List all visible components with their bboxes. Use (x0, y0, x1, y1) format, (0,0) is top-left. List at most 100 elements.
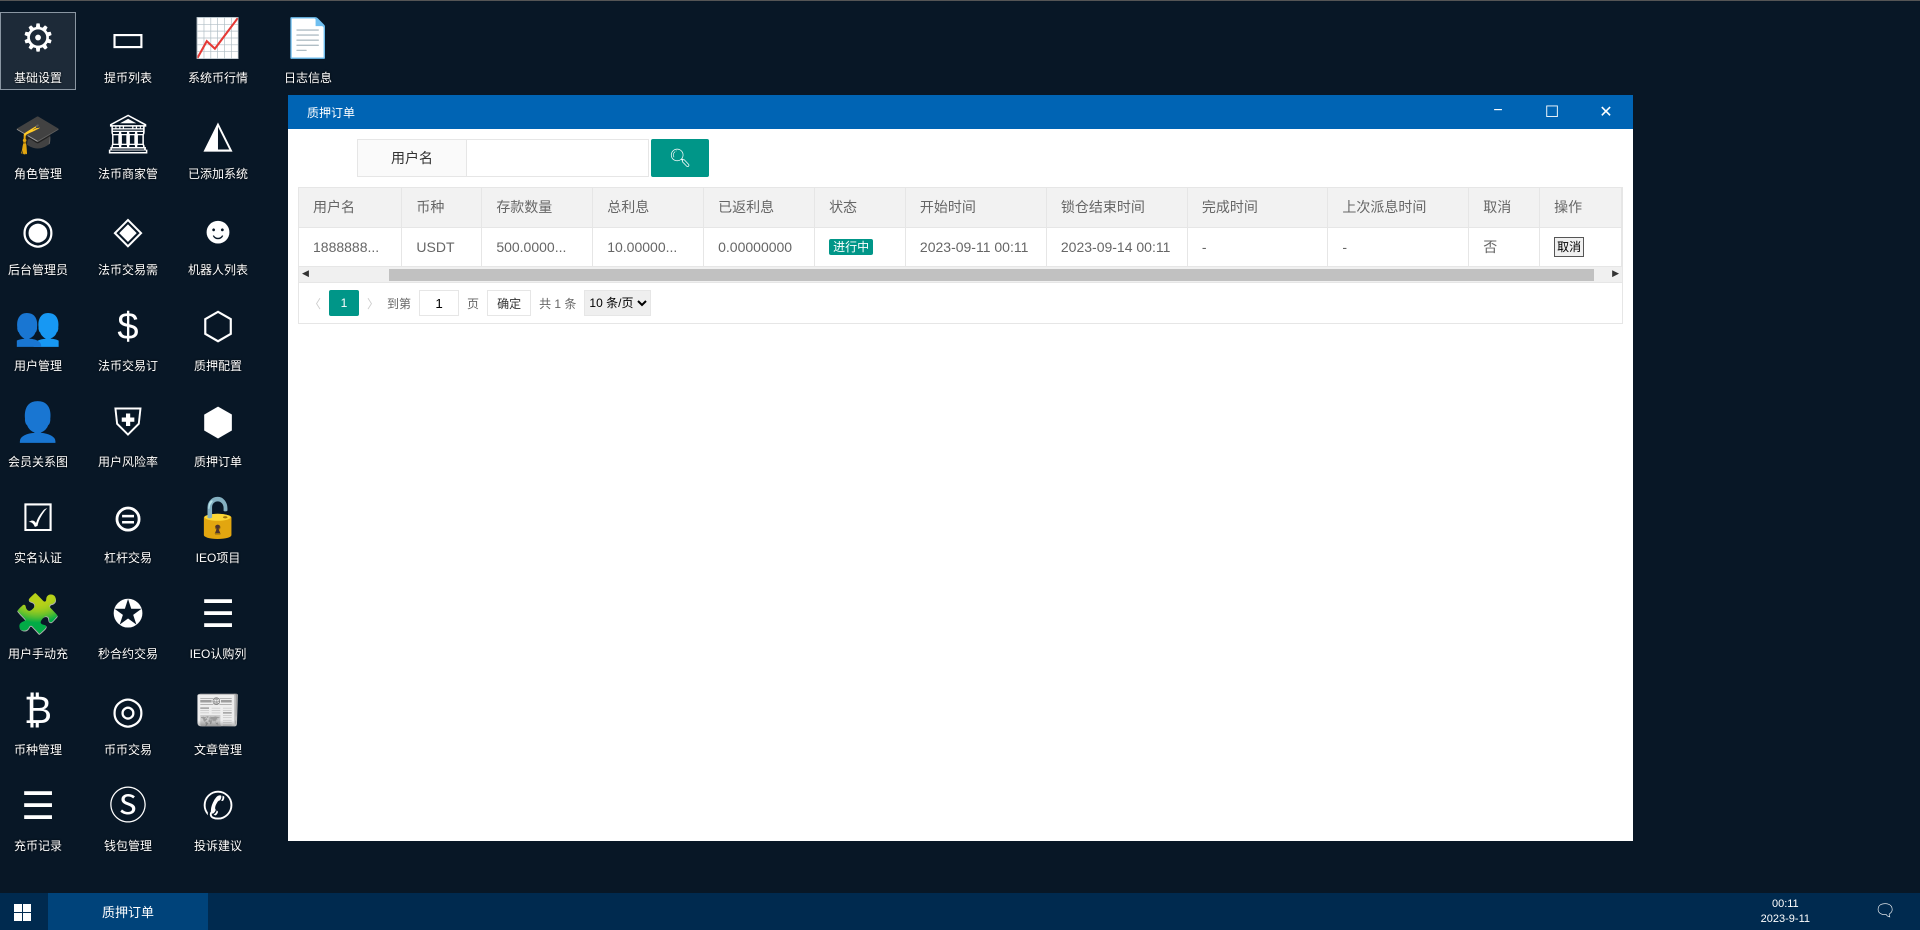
desktop-icon-label: 秒合约交易 (97, 647, 158, 661)
desktop-icon-label: IEO项目 (195, 551, 241, 565)
search-form: 用户名 🔍︎ (357, 139, 709, 177)
cell-end-time: 2023-09-14 00:11 (1046, 227, 1188, 266)
cell-coin: USDT (401, 227, 483, 266)
horizontal-scrollbar[interactable]: ◀ ▶ (299, 266, 1622, 283)
desktop-icon-10[interactable]: ☻ 机器人列表 (180, 204, 256, 282)
desktop-icon-label: 用户风险率 (97, 455, 158, 469)
user-circle-icon: ◉ (21, 210, 55, 252)
next-page-button[interactable]: 〉 (367, 295, 379, 312)
desktop-icon-1[interactable]: ⚙ 基础设置 (0, 12, 76, 90)
desktop-icon-label: IEO认购列 (189, 647, 247, 661)
desktop-icon-21[interactable]: ✪ 秒合约交易 (90, 588, 166, 666)
cell-finish-time: - (1187, 227, 1329, 266)
clock[interactable]: 00:11 2023-9-11 (1761, 897, 1810, 927)
desktop-icon-14[interactable]: 👤 会员关系图 (0, 396, 76, 474)
desktop-icon-12[interactable]: $ 法币交易订 (90, 300, 166, 378)
desktop-icon-label: 基础设置 (13, 71, 62, 85)
column-header: 取消 (1468, 188, 1541, 228)
desktop-icon-25[interactable]: 📰 文章管理 (180, 684, 256, 762)
prev-page-button[interactable]: 〈 (309, 295, 321, 312)
desktop-icon-4[interactable]: 📄 日志信息 (270, 12, 346, 90)
desktop-icon-13[interactable]: ⬡ 质押配置 (180, 300, 256, 378)
desktop-icon-18[interactable]: ⊜ 杠杆交易 (90, 492, 166, 570)
user-plus-icon: 👤 (14, 402, 62, 444)
clock-time: 00:11 (1771, 898, 1799, 910)
column-header: 总利息 (592, 188, 705, 228)
scrollbar-thumb[interactable] (389, 269, 1594, 281)
desktop-icon-3[interactable]: 📈 系统币行情 (180, 12, 256, 90)
desktop-icon-23[interactable]: ₿ 币种管理 (0, 684, 76, 762)
total-count: 共 1 条 (539, 296, 577, 311)
notification-icon[interactable]: 🗨︎ (1874, 901, 1896, 921)
unlock-icon: 🔓 (194, 498, 242, 540)
codepen-icon: ⬡ (201, 306, 235, 348)
page-1-button[interactable]: 1 (329, 290, 360, 316)
desktop-icon-label: 提币列表 (103, 71, 152, 85)
desktop-icon-label: 已添加系统 (187, 167, 248, 181)
graduation-cap-icon: 🎓 (14, 114, 62, 156)
shield-icon: ⛨ (113, 402, 143, 444)
desktop-icon-label: 充币记录 (13, 839, 62, 853)
scroll-left-icon[interactable]: ◀ (302, 268, 309, 279)
desktop-icon-9[interactable]: ◈ 法币交易需 (90, 204, 166, 282)
desktop-icon-2[interactable]: ▭ 提币列表 (90, 12, 166, 90)
puzzle-icon: 🧩 (14, 594, 62, 636)
column-header: 完成时间 (1187, 188, 1329, 228)
maximize-button[interactable]: ☐ (1525, 102, 1579, 122)
close-button[interactable]: ✕ (1579, 102, 1633, 122)
taskbar-item-pledge-order[interactable]: 质押订单 (48, 893, 208, 930)
desktop-icon-label: 法币交易订 (97, 359, 158, 373)
desktop-icon-label: 质押订单 (193, 455, 242, 469)
search-button[interactable]: 🔍︎ (651, 139, 709, 177)
list-icon: ☰ (200, 594, 236, 636)
cell-last-payout: - (1327, 227, 1470, 266)
status-badge: 进行中 (829, 239, 874, 256)
desktop-icon-26[interactable]: ☰ 充币记录 (0, 780, 76, 858)
desktop-icon-label: 杠杆交易 (103, 551, 152, 565)
newspaper-icon: 📰 (194, 690, 242, 732)
desktop-icon-7[interactable]: ◭ 已添加系统 (180, 108, 256, 186)
goto-page-input[interactable] (419, 290, 460, 316)
windows-start-icon[interactable] (14, 904, 31, 921)
window-title: 质押订单 (307, 105, 356, 120)
skype-icon: Ⓢ (108, 786, 147, 828)
desktop-icon-label: 质押配置 (193, 359, 242, 373)
desktop-icon-16[interactable]: ⬢ 质押订单 (180, 396, 256, 474)
scroll-right-icon[interactable]: ▶ (1612, 268, 1619, 279)
hexagon-icon: ⬢ (201, 402, 235, 444)
cancel-button[interactable]: 取消 (1554, 237, 1585, 258)
desktop-icon-label: 系统币行情 (187, 71, 248, 85)
desktop-icon-20[interactable]: 🧩 用户手动充 (0, 588, 76, 666)
username-input[interactable] (467, 139, 649, 177)
desktop-icon-label: 法币交易需 (97, 263, 158, 277)
minimize-button[interactable]: − (1471, 102, 1525, 122)
confirm-button[interactable]: 确定 (487, 290, 532, 316)
username-label: 用户名 (357, 139, 467, 177)
desktop-icon-11[interactable]: 👥 用户管理 (0, 300, 76, 378)
desktop-icon-5[interactable]: 🎓 角色管理 (0, 108, 76, 186)
page-unit-label: 页 (467, 296, 480, 311)
column-header: 已返利息 (703, 188, 816, 228)
desktop-icon-27[interactable]: Ⓢ 钱包管理 (90, 780, 166, 858)
desktop-icon-label: 文章管理 (193, 743, 242, 757)
column-header: 操作 (1539, 188, 1622, 228)
desktop-icon-6[interactable]: 🏛 法币商家管 (90, 108, 166, 186)
desktop-icon-label: 用户管理 (13, 359, 62, 373)
phone-volume-icon: ✆ (202, 786, 234, 828)
desktop-icon-17[interactable]: ☑ 实名认证 (0, 492, 76, 570)
desktop-icon-15[interactable]: ⛨ 用户风险率 (90, 396, 166, 474)
page-size-select[interactable]: 10 条/页 (584, 290, 652, 316)
gears-icon: ⚙ (20, 18, 56, 60)
users-icon: 👥 (14, 306, 62, 348)
window-titlebar[interactable]: 质押订单 − ☐ ✕ (288, 95, 1633, 129)
desktop-icon-24[interactable]: ◎ 币币交易 (90, 684, 166, 762)
cell-returned: 0.00000000 (703, 227, 816, 266)
desktop-icon-28[interactable]: ✆ 投诉建议 (180, 780, 256, 858)
desktop-icon-22[interactable]: ☰ IEO认购列 (180, 588, 256, 666)
desktop-icon-label: 日志信息 (283, 71, 332, 85)
cell-start-time: 2023-09-11 00:11 (905, 227, 1047, 266)
desktop-icon-8[interactable]: ◉ 后台管理员 (0, 204, 76, 282)
clock-date: 2023-9-11 (1760, 913, 1810, 925)
table-row: 1888888... USDT 500.0000... 10.00000... … (299, 227, 1622, 266)
desktop-icon-19[interactable]: 🔓 IEO项目 (180, 492, 256, 570)
